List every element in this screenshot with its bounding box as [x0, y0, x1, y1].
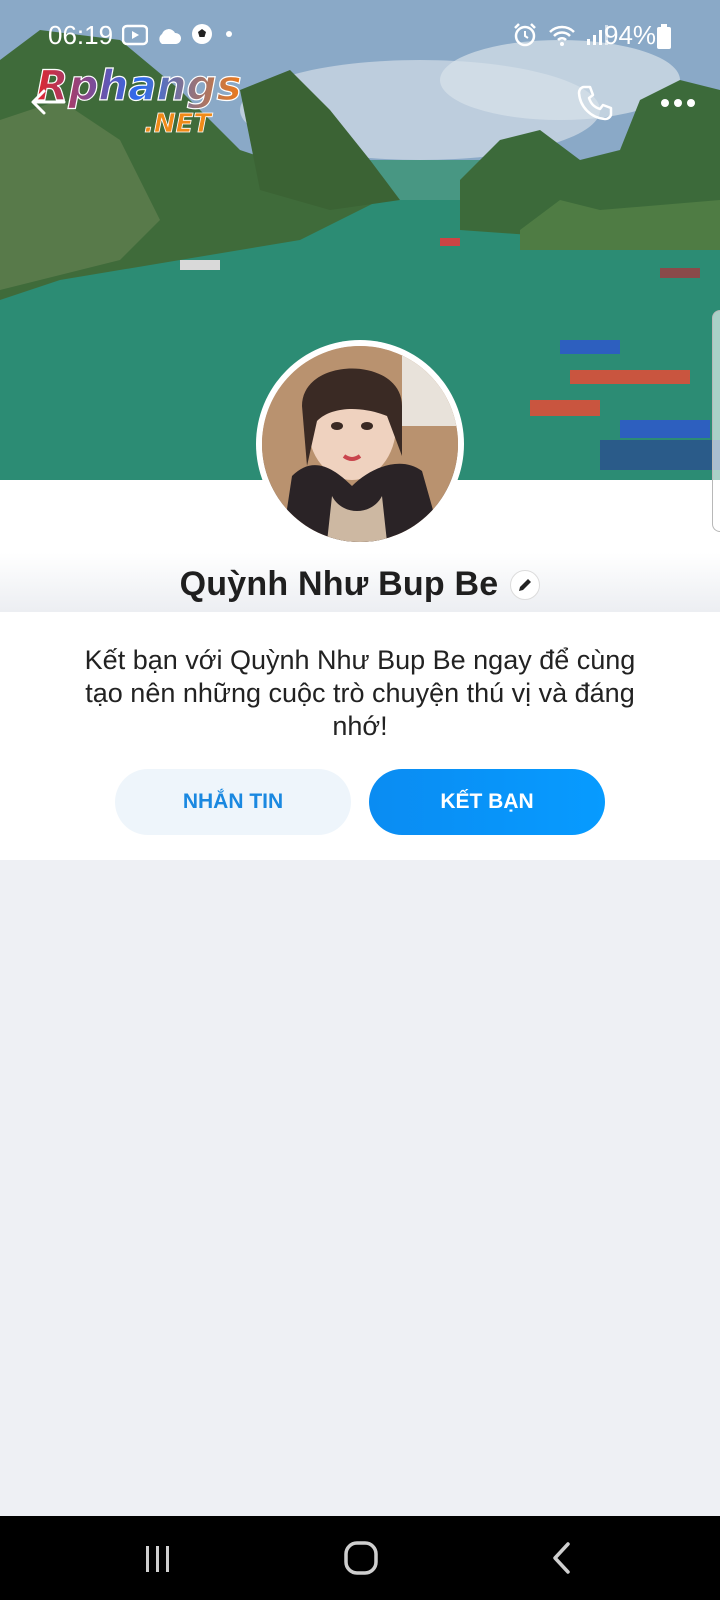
edit-name-button[interactable] — [510, 569, 541, 600]
home-icon — [344, 1541, 378, 1575]
recent-apps-icon — [146, 1546, 169, 1572]
message-button[interactable]: NHẮN TIN — [115, 769, 351, 835]
phone-icon — [577, 85, 613, 121]
more-icon — [661, 99, 695, 107]
status-right-icons — [512, 22, 608, 55]
svg-text:.NET: .NET — [144, 109, 213, 139]
battery-percent: 94% — [604, 20, 657, 50]
pencil-icon — [519, 578, 532, 591]
intro-text: Kết bạn với Quỳnh Như Bup Be ngay để cùn… — [84, 645, 636, 741]
soccer-ball-icon — [190, 22, 214, 53]
friend-request-card: Kết bạn với Quỳnh Như Bup Be ngay để cùn… — [0, 612, 720, 860]
system-nav-bar — [0, 1516, 720, 1600]
back-button[interactable] — [28, 86, 68, 118]
avatar-photo — [262, 346, 458, 542]
profile-name-row: Quỳnh Như Bup Be — [0, 565, 720, 604]
profile-name: Quỳnh Như Bup Be — [179, 565, 499, 603]
nav-back-button[interactable] — [550, 1540, 572, 1576]
call-button[interactable] — [576, 84, 614, 122]
youtube-icon — [121, 22, 149, 53]
dot-icon — [222, 22, 236, 53]
side-handle[interactable] — [712, 310, 720, 532]
recent-apps-button[interactable] — [142, 1542, 174, 1574]
more-button[interactable] — [660, 96, 696, 110]
back-arrow-icon — [31, 89, 66, 115]
back-icon — [553, 1542, 570, 1574]
wifi-icon — [548, 23, 576, 54]
home-button[interactable] — [343, 1540, 379, 1576]
add-friend-button[interactable]: KẾT BẠN — [369, 769, 605, 835]
battery-icon — [656, 24, 672, 57]
profile-avatar[interactable] — [256, 340, 464, 548]
alarm-icon — [512, 22, 538, 55]
cloud-icon — [156, 22, 182, 53]
status-left-icons — [121, 22, 236, 53]
status-time: 06:19 — [48, 20, 114, 50]
